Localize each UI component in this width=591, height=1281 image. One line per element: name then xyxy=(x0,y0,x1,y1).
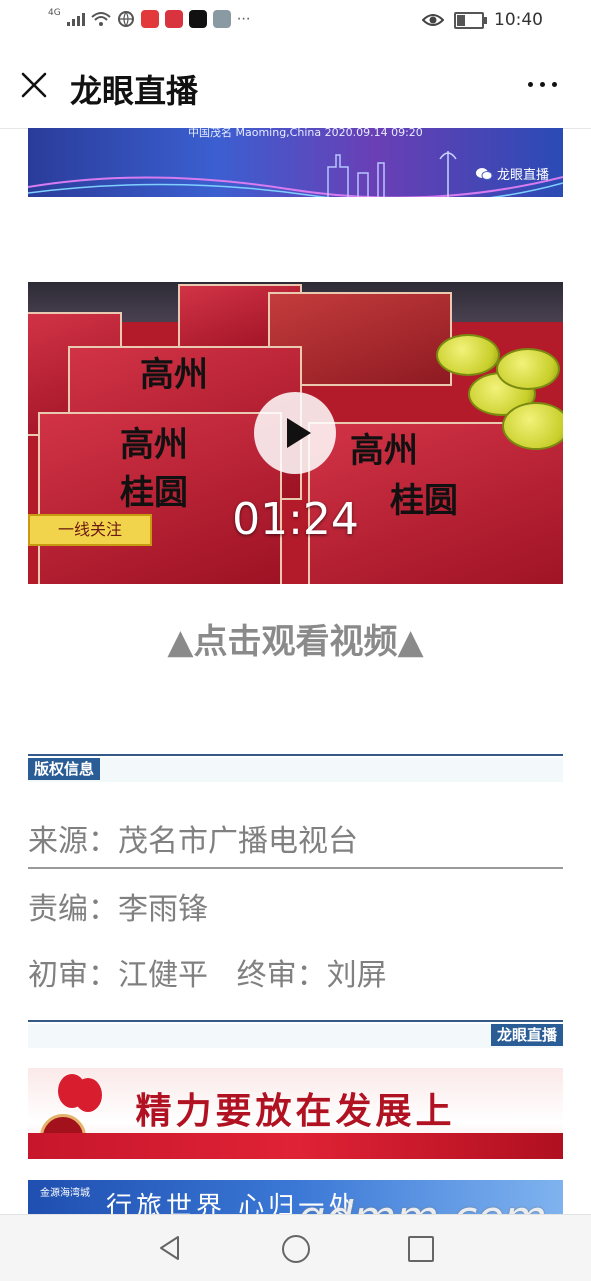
video-jar xyxy=(502,402,563,450)
text-divider xyxy=(28,867,563,869)
wifi-icon xyxy=(91,12,111,26)
editor-text: 责编：李雨锋 xyxy=(28,892,208,927)
more-notifications-icon: ⋯ xyxy=(236,11,251,27)
settings-app-icon xyxy=(212,10,231,28)
wechat-icon xyxy=(475,167,493,180)
video-jar xyxy=(436,334,500,376)
video-duration: 01:24 xyxy=(232,494,359,545)
section-header-strip xyxy=(28,758,563,782)
brand-label: 龙眼直播 xyxy=(490,1024,563,1046)
section-divider xyxy=(28,1020,563,1022)
banner-watermark-text: 龙眼直播 xyxy=(496,168,549,183)
tiktok-icon xyxy=(188,10,207,28)
article-content[interactable]: 中国茂名 Maoming,China 2020.09.14 09:20 龙眼直播… xyxy=(0,128,591,1214)
status-bar: 4G ⋯ 10:40 xyxy=(0,0,591,44)
slogan-text: 精力要放在发展上 xyxy=(135,1090,456,1132)
box-calligraphy: 高州 xyxy=(120,425,188,465)
video-jar xyxy=(496,348,560,390)
play-button[interactable] xyxy=(254,392,336,474)
red-ribbon xyxy=(28,1133,563,1159)
box-calligraphy: 高州 xyxy=(350,431,418,471)
app-notification-icon xyxy=(140,10,159,28)
book-app-icon xyxy=(164,10,183,28)
network-type: 4G xyxy=(48,8,61,18)
title-bar: 龙眼直播 xyxy=(0,44,591,129)
section-header-strip xyxy=(28,1024,563,1048)
status-right: 10:40 xyxy=(422,10,543,30)
clock: 10:40 xyxy=(494,10,543,30)
ad-logo: 金源海湾城 xyxy=(40,1188,90,1199)
more-options-button[interactable] xyxy=(528,82,557,87)
banner-caption: 中国茂名 Maoming,China 2020.09.14 09:20 xyxy=(188,128,423,139)
banner-watermark: 龙眼直播 xyxy=(475,164,549,183)
battery-icon xyxy=(454,11,487,29)
source-text: 来源：茂名市广播电视台 xyxy=(28,824,358,859)
video-player[interactable]: 高州 高州 桂圆 高州 桂圆 一线关注 01:24 xyxy=(28,282,563,584)
review-text: 初审：江健平 终审：刘屏 xyxy=(28,958,387,993)
watch-video-label[interactable]: ▲点击观看视频▲ xyxy=(0,614,591,663)
signal-icon xyxy=(66,12,85,26)
slogan-banner[interactable]: 精力要放在发展上 xyxy=(28,1068,563,1159)
globe-icon xyxy=(117,11,134,28)
eye-comfort-icon xyxy=(422,14,444,26)
system-nav-bar xyxy=(0,1214,591,1281)
back-icon[interactable] xyxy=(158,1235,182,1261)
site-watermark: gdmm.com xyxy=(297,1192,547,1214)
page-title: 龙眼直播 xyxy=(70,72,199,110)
box-calligraphy: 高州 xyxy=(140,355,208,395)
copyright-section-label: 版权信息 xyxy=(28,758,101,780)
close-icon[interactable] xyxy=(20,71,48,99)
status-left: 4G ⋯ xyxy=(48,8,251,28)
section-divider xyxy=(28,754,563,756)
top-banner-image: 中国茂名 Maoming,China 2020.09.14 09:20 龙眼直播 xyxy=(28,128,563,197)
home-icon[interactable] xyxy=(282,1235,310,1263)
recent-apps-icon[interactable] xyxy=(408,1236,434,1262)
